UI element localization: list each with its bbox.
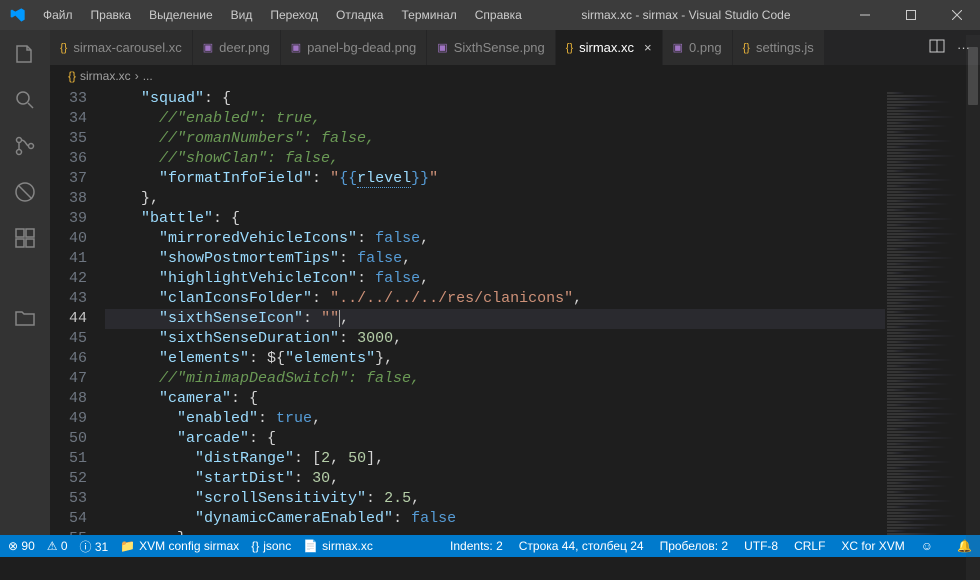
status-file[interactable]: 📄 sirmax.xc	[303, 539, 373, 553]
close-icon[interactable]: ×	[644, 40, 652, 55]
tab-settings-js[interactable]: {} settings.js	[733, 30, 825, 65]
split-editor-icon[interactable]	[929, 38, 945, 57]
breadcrumb-rest: ...	[143, 69, 153, 83]
menu-view[interactable]: Вид	[223, 8, 261, 22]
menu-help[interactable]: Справка	[467, 8, 530, 22]
window-controls	[842, 0, 980, 30]
editor-area: {} sirmax-carousel.xc ▣ deer.png ▣ panel-bg…	[50, 30, 980, 535]
tab-label: 0.png	[689, 40, 722, 55]
braces-icon: {}	[566, 42, 573, 54]
status-errors[interactable]: ⊗ 90	[8, 539, 35, 553]
editor[interactable]: 3334353637383940414243444546474849505152…	[50, 87, 980, 535]
braces-icon: {}	[68, 69, 76, 83]
search-icon[interactable]	[11, 86, 39, 114]
minimize-button[interactable]	[842, 0, 888, 30]
image-icon: ▣	[437, 41, 447, 54]
folder-icon[interactable]	[11, 304, 39, 332]
menu-edit[interactable]: Правка	[83, 8, 140, 22]
tab-label: settings.js	[756, 40, 814, 55]
menu-file[interactable]: Файл	[35, 8, 81, 22]
status-feedback-icon[interactable]: ☺	[921, 539, 933, 553]
source-control-icon[interactable]	[11, 132, 39, 160]
status-info[interactable]: ⓘ 31	[80, 538, 109, 555]
status-language-mode[interactable]: XC for XVM	[841, 539, 904, 553]
chevron-right-icon: ›	[135, 69, 139, 83]
menubar: Файл Правка Выделение Вид Переход Отладк…	[35, 8, 530, 22]
status-bar: ⊗ 90 ⚠ 0 ⓘ 31 📁 XVM config sirmax {} jso…	[0, 535, 980, 557]
tab-label: SixthSense.png	[454, 40, 545, 55]
image-icon: ▣	[673, 41, 683, 54]
debug-icon[interactable]	[11, 178, 39, 206]
menu-terminal[interactable]: Терминал	[393, 8, 464, 22]
status-warnings[interactable]: ⚠ 0	[47, 539, 68, 553]
image-icon: ▣	[203, 41, 213, 54]
close-button[interactable]	[934, 0, 980, 30]
status-eol[interactable]: CRLF	[794, 539, 825, 553]
tab-deer-png[interactable]: ▣ deer.png	[193, 30, 281, 65]
menu-go[interactable]: Переход	[262, 8, 326, 22]
status-folder[interactable]: 📁 XVM config sirmax	[120, 539, 239, 553]
extensions-icon[interactable]	[11, 224, 39, 252]
status-spaces[interactable]: Пробелов: 2	[660, 539, 729, 553]
status-indents[interactable]: Indents: 2	[450, 539, 503, 553]
explorer-icon[interactable]	[11, 40, 39, 68]
tab-label: deer.png	[219, 40, 270, 55]
tab-label: sirmax-carousel.xc	[73, 40, 181, 55]
tab-0-png[interactable]: ▣ 0.png	[663, 30, 733, 65]
tab-panel-bg-dead[interactable]: ▣ panel-bg-dead.png	[281, 30, 428, 65]
menu-selection[interactable]: Выделение	[141, 8, 221, 22]
tab-sirmax-carousel[interactable]: {} sirmax-carousel.xc	[50, 30, 193, 65]
titlebar: Файл Правка Выделение Вид Переход Отладк…	[0, 0, 980, 30]
status-encoding[interactable]: UTF-8	[744, 539, 778, 553]
status-cursor-pos[interactable]: Строка 44, столбец 24	[519, 539, 644, 553]
code-content[interactable]: "squad": { //"enabled": true, //"romanNu…	[105, 87, 885, 535]
breadcrumb[interactable]: {} sirmax.xc › ...	[50, 65, 980, 87]
workbench: {} sirmax-carousel.xc ▣ deer.png ▣ panel-bg…	[0, 30, 980, 535]
image-icon: ▣	[291, 41, 301, 54]
activity-bar	[0, 30, 50, 535]
maximize-button[interactable]	[888, 0, 934, 30]
tab-label: sirmax.xc	[579, 40, 634, 55]
window-title: sirmax.xc - sirmax - Visual Studio Code	[530, 8, 842, 22]
tab-sixthsense-png[interactable]: ▣ SixthSense.png	[427, 30, 555, 65]
breadcrumb-file: sirmax.xc	[80, 69, 131, 83]
tab-sirmax-xc[interactable]: {} sirmax.xc ×	[556, 30, 663, 65]
tab-bar: {} sirmax-carousel.xc ▣ deer.png ▣ panel-bg…	[50, 30, 980, 65]
braces-icon: {}	[743, 42, 750, 54]
scrollbar[interactable]	[966, 35, 980, 580]
tab-label: panel-bg-dead.png	[307, 40, 416, 55]
braces-icon: {}	[60, 42, 67, 54]
vscode-logo-icon	[0, 7, 35, 23]
line-numbers: 3334353637383940414243444546474849505152…	[50, 87, 105, 535]
status-lang[interactable]: {} jsonc	[251, 539, 291, 553]
menu-debug[interactable]: Отладка	[328, 8, 391, 22]
scrollbar-thumb[interactable]	[968, 47, 978, 105]
